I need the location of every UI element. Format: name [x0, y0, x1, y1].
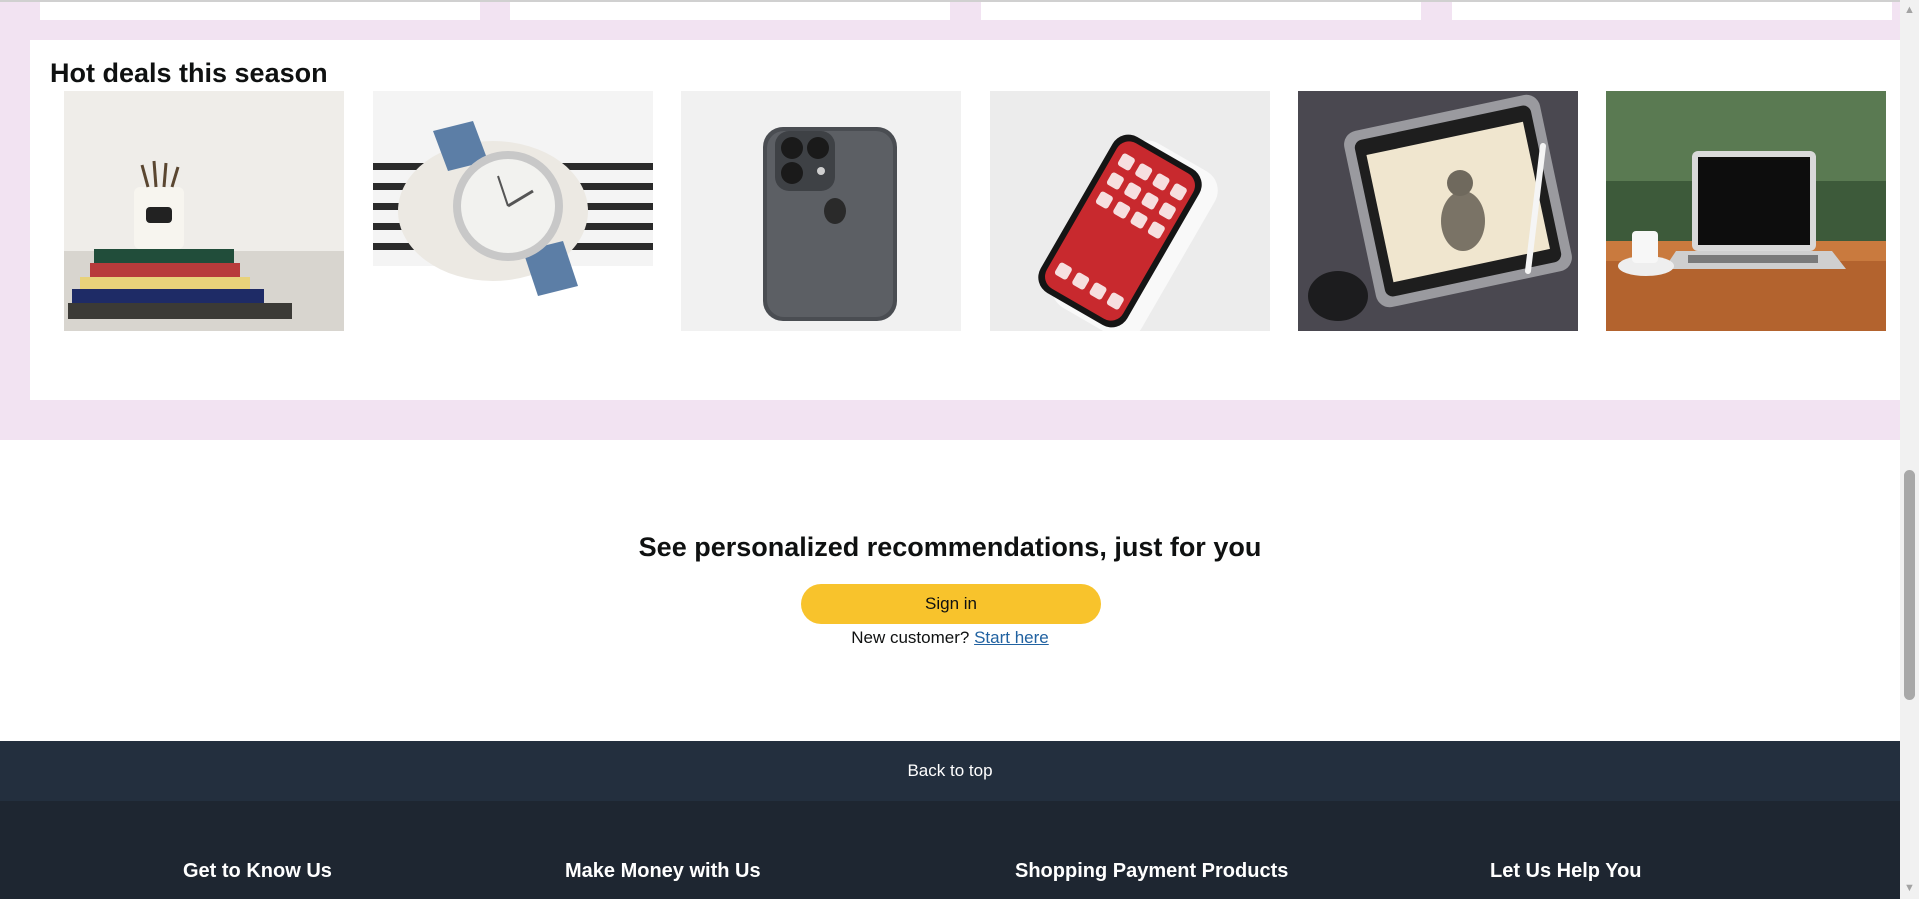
page: Hot deals this season See personalized r…	[0, 0, 1900, 899]
scroll-down-arrow-icon[interactable]: ▼	[1900, 880, 1919, 897]
previous-card	[40, 0, 480, 20]
new-customer-text: New customer?	[851, 628, 970, 647]
footer-column-title: Shopping Payment Products	[1015, 860, 1289, 882]
sign-in-button[interactable]: Sign in	[801, 584, 1101, 624]
scrollbar-thumb[interactable]	[1904, 470, 1915, 700]
recommendations-title: See personalized recommendations, just f…	[638, 532, 1262, 562]
laptop-image	[1606, 91, 1886, 331]
phone-back-image	[681, 91, 961, 331]
deal-item-phone-front[interactable]	[990, 91, 1270, 331]
deal-item-books[interactable]	[64, 91, 344, 331]
hot-deals-title: Hot deals this season	[50, 58, 328, 88]
previous-card	[510, 0, 950, 20]
tablet-image	[1298, 91, 1578, 331]
previous-card	[1452, 0, 1892, 20]
previous-card	[981, 0, 1421, 20]
phone-front-image	[990, 91, 1270, 331]
footer: Get to Know Us Make Money with Us Shoppi…	[0, 801, 1900, 899]
new-customer-line: New customer? Start here	[0, 628, 1900, 648]
top-edge	[0, 0, 1900, 2]
deal-item-watch[interactable]	[373, 91, 653, 331]
vertical-scrollbar[interactable]: ▲ ▼	[1900, 0, 1919, 899]
hot-deals-card: Hot deals this season	[30, 40, 1900, 400]
footer-column-title: Let Us Help You	[1490, 860, 1642, 882]
deal-item-laptop[interactable]	[1606, 91, 1886, 331]
start-here-link[interactable]: Start here	[974, 628, 1049, 647]
footer-column-title: Make Money with Us	[565, 860, 761, 882]
previous-cards-row	[0, 0, 1900, 20]
personalized-recommendations: See personalized recommendations, just f…	[0, 440, 1900, 741]
back-to-top-button[interactable]: Back to top	[0, 741, 1900, 801]
footer-column-title: Get to Know Us	[183, 860, 332, 882]
deal-item-tablet[interactable]	[1298, 91, 1578, 331]
books-image	[64, 91, 344, 331]
deal-item-phone-back[interactable]	[681, 91, 961, 331]
watch-image	[373, 91, 653, 331]
scroll-up-arrow-icon[interactable]: ▲	[1900, 2, 1919, 19]
